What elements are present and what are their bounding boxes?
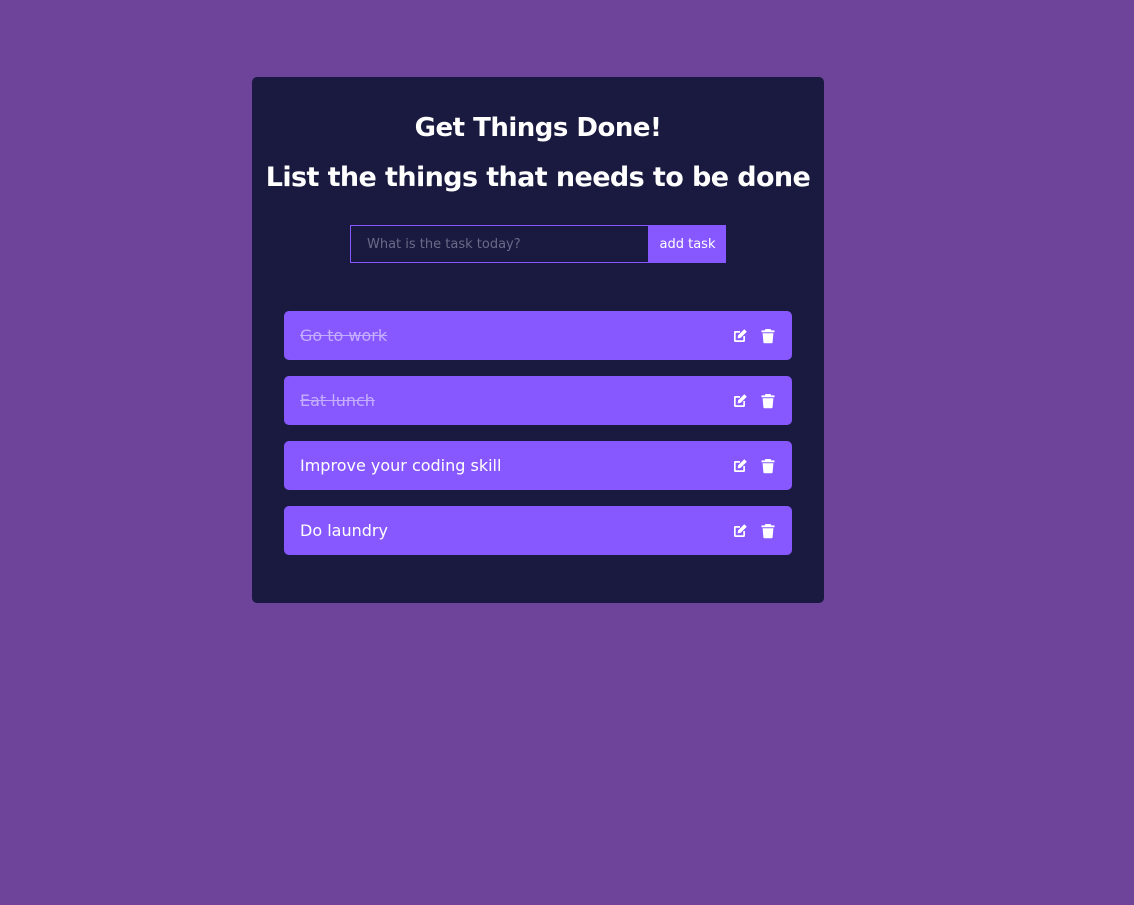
pen-to-square-icon[interactable]	[732, 393, 748, 409]
task-input[interactable]	[350, 225, 649, 263]
todo-list: Go to work Eat lunch Improve your coding…	[284, 311, 792, 571]
todo-text[interactable]: Do laundry	[300, 521, 388, 540]
todo-text[interactable]: Improve your coding skill	[300, 456, 501, 475]
todo-form: add task	[350, 225, 726, 263]
pen-to-square-icon[interactable]	[732, 458, 748, 474]
page-subtitle: List the things that needs to be done	[265, 162, 811, 193]
todo-text[interactable]: Go to work	[300, 326, 387, 345]
todo-item: Go to work	[284, 311, 792, 360]
todo-actions	[732, 393, 776, 409]
trash-icon[interactable]	[760, 523, 776, 539]
todo-actions	[732, 458, 776, 474]
pen-to-square-icon[interactable]	[732, 523, 748, 539]
trash-icon[interactable]	[760, 393, 776, 409]
page-title: Get Things Done!	[414, 113, 662, 143]
pen-to-square-icon[interactable]	[732, 328, 748, 344]
todo-item: Eat lunch	[284, 376, 792, 425]
todo-item: Do laundry	[284, 506, 792, 555]
todo-text[interactable]: Eat lunch	[300, 391, 375, 410]
todo-item: Improve your coding skill	[284, 441, 792, 490]
trash-icon[interactable]	[760, 458, 776, 474]
trash-icon[interactable]	[760, 328, 776, 344]
todo-actions	[732, 523, 776, 539]
todo-card: Get Things Done! List the things that ne…	[252, 77, 824, 603]
add-task-button[interactable]: add task	[649, 225, 726, 263]
todo-actions	[732, 328, 776, 344]
